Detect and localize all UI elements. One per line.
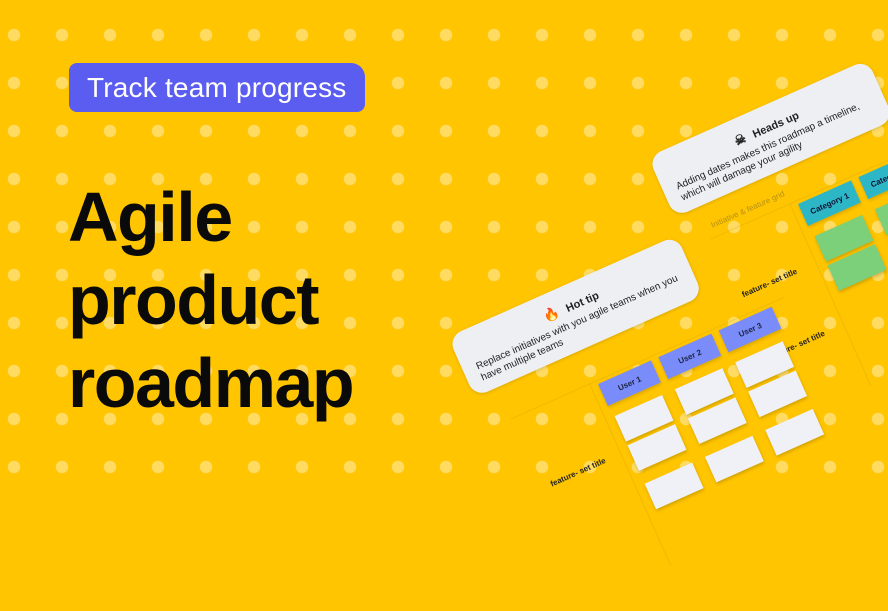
page-title: Agile product roadmap (68, 176, 353, 425)
tagline-badge: Track team progress (69, 63, 365, 112)
title-line: roadmap (68, 342, 353, 425)
title-line: product (68, 259, 353, 342)
title-line: Agile (68, 176, 353, 259)
skull-crossbones-icon: ☠ (732, 130, 749, 148)
